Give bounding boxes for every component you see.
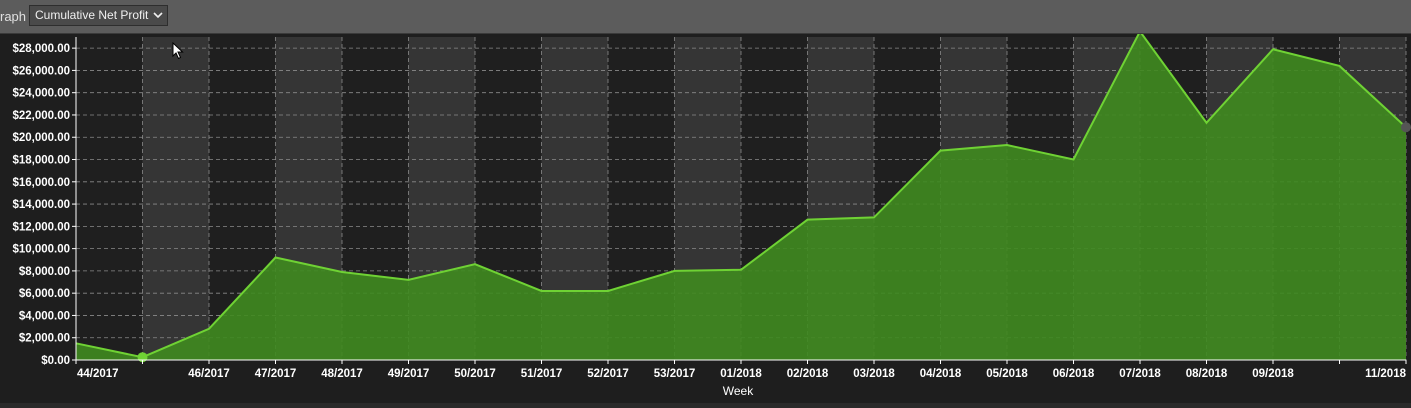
y-tick-label: $0.00 <box>41 355 70 367</box>
x-tick-label: 51/2017 <box>521 368 563 380</box>
graph-type-select[interactable]: Cumulative Net Profit <box>29 5 168 26</box>
x-tick-label: 01/2018 <box>720 368 762 380</box>
graph-type-value: Cumulative Net Profit <box>35 8 148 22</box>
x-tick-label: 52/2017 <box>587 368 629 380</box>
week-band <box>143 37 210 360</box>
x-axis: 44/2017 46/2017 47/2017 48/2017 49/2017 50/20… <box>76 360 1407 380</box>
x-tick-label: 03/2018 <box>853 368 895 380</box>
y-tick-label: $10,000.00 <box>12 244 70 256</box>
y-tick-label: $12,000.00 <box>12 221 70 233</box>
y-tick-label: $18,000.00 <box>12 155 70 167</box>
x-tick-label: 46/2017 <box>188 368 230 380</box>
y-tick-label: $20,000.00 <box>12 132 70 144</box>
y-tick-label: $24,000.00 <box>12 88 70 100</box>
y-tick-label: $26,000.00 <box>12 65 70 77</box>
x-tick-label: 02/2018 <box>787 368 829 380</box>
x-tick-label: 09/2018 <box>1252 368 1294 380</box>
x-tick-label: 05/2018 <box>986 368 1028 380</box>
x-tick-label: 04/2018 <box>920 368 962 380</box>
x-axis-title: Week <box>723 384 754 398</box>
y-tick-label: $8,000.00 <box>19 266 70 278</box>
x-tick-label: 49/2017 <box>388 368 430 380</box>
x-tick-label: 47/2017 <box>255 368 297 380</box>
y-tick-label: $2,000.00 <box>19 333 70 345</box>
x-tick-label: 08/2018 <box>1186 368 1228 380</box>
x-tick-label: 11/2018 <box>1365 368 1407 380</box>
mouse-cursor-icon <box>172 42 184 65</box>
cumulative-net-profit-chart[interactable]: $0.00 $2,000.00 $4,000.00 $6,000.00 $8,000.0… <box>0 34 1411 403</box>
y-tick-label: $14,000.00 <box>12 199 70 211</box>
y-tick-label: $22,000.00 <box>12 110 70 122</box>
x-tick-label: 44/2017 <box>77 368 119 380</box>
y-tick-label: $4,000.00 <box>19 310 70 322</box>
x-tick-label: 48/2017 <box>321 368 363 380</box>
y-tick-label: $28,000.00 <box>12 43 70 55</box>
x-tick-label: 50/2017 <box>454 368 496 380</box>
toolbar: raph Cumulative Net Profit <box>0 0 1411 34</box>
y-tick-label: $6,000.00 <box>19 288 70 300</box>
y-axis: $0.00 $2,000.00 $4,000.00 $6,000.00 $8,000.0… <box>12 37 76 367</box>
graph-label: raph <box>0 9 26 24</box>
x-tick-label: 06/2018 <box>1053 368 1095 380</box>
x-tick-label: 07/2018 <box>1119 368 1161 380</box>
x-tick-label: 53/2017 <box>654 368 696 380</box>
chart-panel: $0.00 $2,000.00 $4,000.00 $6,000.00 $8,000.0… <box>0 34 1411 403</box>
y-tick-label: $16,000.00 <box>12 177 70 189</box>
chevron-down-icon <box>153 6 163 32</box>
data-point[interactable] <box>1401 122 1411 132</box>
